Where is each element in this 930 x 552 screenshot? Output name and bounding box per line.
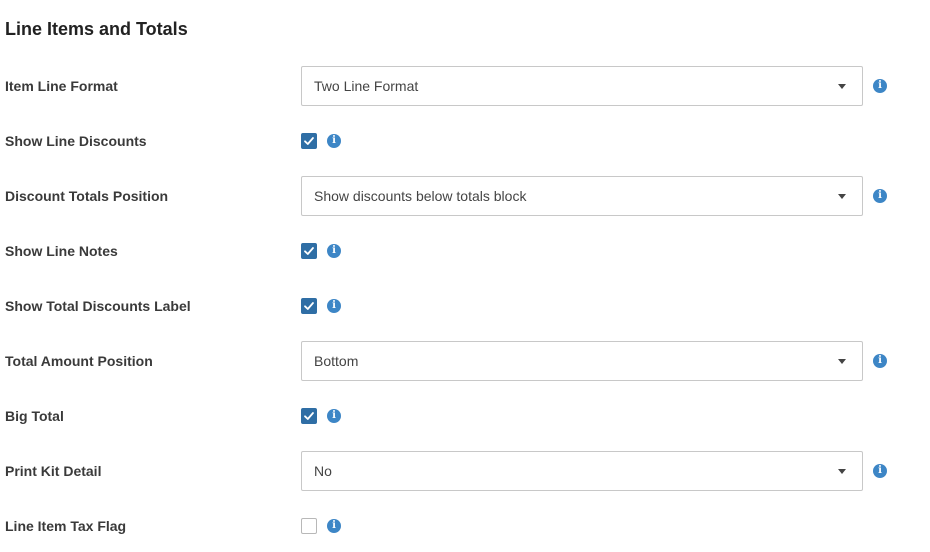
info-icon[interactable]: i [327,299,341,313]
checkmark-icon [304,137,314,145]
total-amount-position-select[interactable]: Bottom [301,341,863,381]
row-show-line-notes: Show Line Notes i [0,231,930,271]
info-icon[interactable]: i [873,354,887,368]
chevron-down-icon [838,359,846,364]
line-item-tax-flag-checkbox[interactable] [301,518,317,534]
checkmark-icon [304,412,314,420]
show-total-discounts-label-label: Show Total Discounts Label [5,298,191,314]
info-icon[interactable]: i [873,79,887,93]
print-kit-detail-value: No [314,463,332,479]
row-discount-totals-position: Discount Totals Position Show discounts … [0,176,930,216]
row-show-line-discounts: Show Line Discounts i [0,121,930,161]
show-line-discounts-label: Show Line Discounts [5,133,147,149]
row-big-total: Big Total i [0,396,930,436]
line-item-tax-flag-label: Line Item Tax Flag [5,518,127,534]
show-line-discounts-checkbox[interactable] [301,133,317,149]
info-icon[interactable]: i [327,134,341,148]
section-title: Line Items and Totals [5,19,188,39]
discount-totals-position-label: Discount Totals Position [5,188,169,204]
chevron-down-icon [838,84,846,89]
info-icon[interactable]: i [873,464,887,478]
big-total-label: Big Total [5,408,64,424]
print-kit-detail-label: Print Kit Detail [5,463,102,479]
big-total-checkbox[interactable] [301,408,317,424]
print-kit-detail-select[interactable]: No [301,451,863,491]
total-amount-position-label: Total Amount Position [5,353,153,369]
discount-totals-position-select[interactable]: Show discounts below totals block [301,176,863,216]
info-icon[interactable]: i [327,519,341,533]
item-line-format-label: Item Line Format [5,78,118,94]
row-line-item-tax-flag: Line Item Tax Flag i [0,506,930,546]
row-print-kit-detail: Print Kit Detail No i [0,451,930,491]
total-amount-position-value: Bottom [314,353,359,369]
item-line-format-select[interactable]: Two Line Format [301,66,863,106]
show-total-discounts-label-checkbox[interactable] [301,298,317,314]
checkmark-icon [304,247,314,255]
item-line-format-value: Two Line Format [314,78,419,94]
show-line-notes-label: Show Line Notes [5,243,118,259]
checkmark-icon [304,302,314,310]
show-line-notes-checkbox[interactable] [301,243,317,259]
chevron-down-icon [838,194,846,199]
info-icon[interactable]: i [873,189,887,203]
chevron-down-icon [838,469,846,474]
row-show-total-discounts-label: Show Total Discounts Label i [0,286,930,326]
discount-totals-position-value: Show discounts below totals block [314,188,527,204]
info-icon[interactable]: i [327,244,341,258]
info-icon[interactable]: i [327,409,341,423]
row-item-line-format: Item Line Format Two Line Format i [0,66,930,106]
row-total-amount-position: Total Amount Position Bottom i [0,341,930,381]
